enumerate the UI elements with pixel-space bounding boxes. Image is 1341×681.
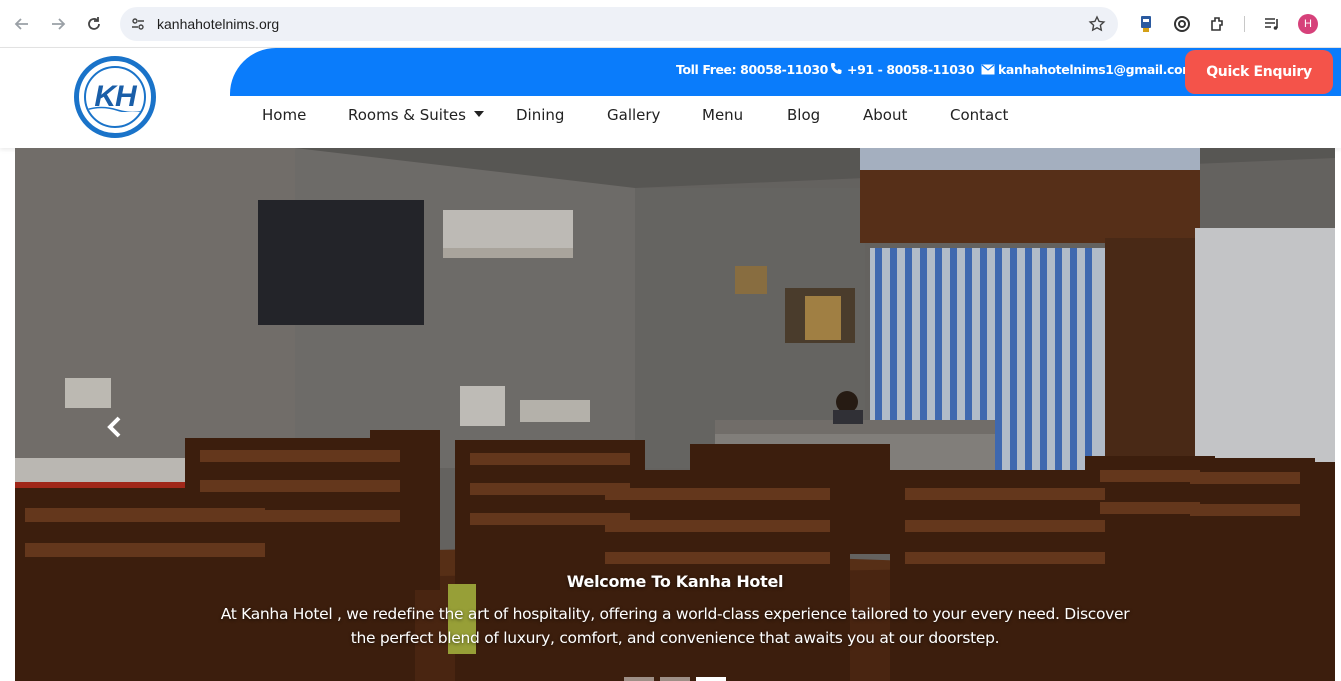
profile-avatar[interactable]: H [1298,14,1318,34]
nav-menu[interactable]: Menu [702,106,743,124]
site-info-icon[interactable] [130,16,146,32]
star-icon[interactable] [1088,15,1106,33]
site-header: KH Toll Free: 80058-11030 +91 - 80058-11… [0,48,1341,148]
back-icon[interactable] [10,12,34,36]
nav-gallery[interactable]: Gallery [607,106,660,124]
hero-text: At Kanha Hotel , we redefine the art of … [220,605,1130,647]
contact-topbar: Toll Free: 80058-11030 +91 - 80058-11030… [230,48,1341,96]
logo[interactable]: KH [74,56,156,138]
phone-icon [831,63,842,74]
nav-about[interactable]: About [863,106,907,124]
reload-icon[interactable] [82,12,106,36]
quick-enquiry-button[interactable]: Quick Enquiry [1185,50,1333,94]
address-bar[interactable]: kanhahotelnims.org [120,7,1118,41]
phone-link[interactable]: +91 - 80058-11030 [830,62,975,77]
mail-icon [981,64,995,75]
extension-icon[interactable] [1136,14,1156,34]
slide-indicator-active[interactable] [696,677,726,681]
chevron-down-icon [473,111,484,117]
nav-contact[interactable]: Contact [950,106,1008,124]
nav-rooms-suites[interactable]: Rooms & Suites [348,106,484,124]
toolbar-divider [1244,16,1245,32]
url-text[interactable]: kanhahotelnims.org [157,16,279,32]
nav-dining[interactable]: Dining [516,106,564,124]
email-link[interactable]: kanhahotelnims1@gmail.com [981,62,1195,77]
hero-title: Welcome To Kanha Hotel [566,572,784,591]
chevron-left-icon[interactable] [103,412,127,442]
media-icon[interactable] [1262,14,1282,34]
hero-slider: Welcome To Kanha Hotel At Kanha Hotel , … [15,148,1335,681]
slide-indicator[interactable] [660,677,690,681]
forward-icon[interactable] [46,12,70,36]
logo-inner: KH [84,66,146,128]
nav-rooms-label: Rooms & Suites [348,106,466,124]
email-text: kanhahotelnims1@gmail.com [998,62,1195,77]
phone-text: +91 - 80058-11030 [847,62,975,77]
nav-blog[interactable]: Blog [787,106,820,124]
slide-indicator[interactable] [624,677,654,681]
extension-icon[interactable] [1208,14,1228,34]
logo-text: KH [94,80,136,113]
toll-free-text: Toll Free: 80058-11030 [676,62,828,77]
nav-home[interactable]: Home [262,106,306,124]
extension-icon[interactable] [1172,14,1192,34]
browser-toolbar: kanhahotelnims.org H [0,0,1341,48]
